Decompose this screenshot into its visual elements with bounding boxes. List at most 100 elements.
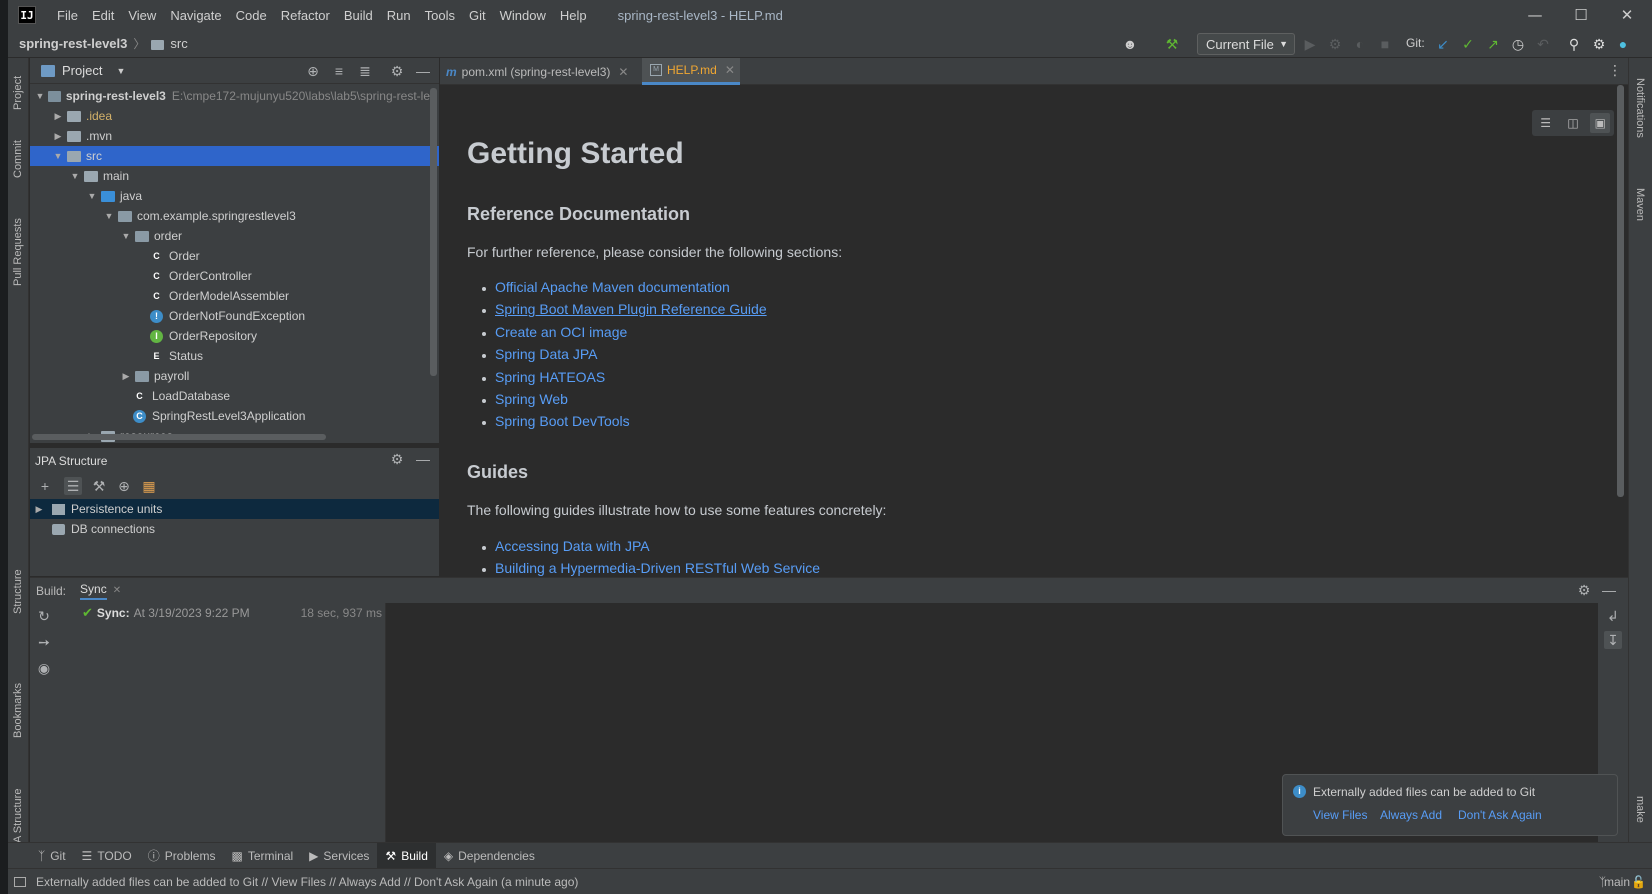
menu-code[interactable]: Code bbox=[229, 8, 274, 23]
wrench-icon[interactable]: ⚒ bbox=[90, 477, 108, 495]
git-update-icon[interactable]: ↙ bbox=[1434, 35, 1452, 53]
chevron-down-icon[interactable]: ▼ bbox=[51, 151, 65, 161]
rollback-icon[interactable]: ↶ bbox=[1534, 35, 1552, 53]
tree-node-ordermodelassembler[interactable]: C OrderModelAssembler bbox=[30, 286, 430, 306]
add-icon[interactable]: + bbox=[36, 477, 54, 495]
tab-actions-icon[interactable]: ⋮ bbox=[1608, 62, 1622, 79]
chevron-down-icon[interactable]: ▼ bbox=[102, 211, 116, 221]
hide-panel-icon[interactable]: — bbox=[414, 62, 432, 80]
editor-only-icon[interactable]: ☰ bbox=[1536, 113, 1556, 133]
target-icon[interactable]: ⊕ bbox=[115, 477, 133, 495]
chevron-down-icon[interactable]: ▼ bbox=[85, 191, 99, 201]
tree-node-springrestlevel3application[interactable]: C SpringRestLevel3Application bbox=[30, 406, 430, 426]
link-spring-hateoas[interactable]: Spring HATEOAS bbox=[495, 369, 605, 385]
breadcrumb-project[interactable]: spring-rest-level3 bbox=[19, 36, 127, 51]
tree-node-idea[interactable]: ▶ .idea bbox=[30, 106, 430, 126]
run-config-select[interactable]: Current File ▼ bbox=[1197, 33, 1295, 55]
tab-terminal[interactable]: ▩ Terminal bbox=[223, 843, 301, 869]
close-window-button[interactable]: ✕ bbox=[1604, 0, 1650, 30]
menu-build[interactable]: Build bbox=[337, 8, 380, 23]
columns-icon[interactable]: ☰ bbox=[64, 477, 82, 495]
tab-help-md[interactable]: M HELP.md ✕ bbox=[642, 58, 740, 85]
close-tab-icon[interactable]: ✕ bbox=[113, 585, 121, 596]
chevron-down-icon[interactable]: ▼ bbox=[34, 91, 47, 101]
chevron-down-icon[interactable]: ▼ bbox=[116, 66, 125, 76]
split-view-icon[interactable]: ◫ bbox=[1563, 113, 1583, 133]
user-icon[interactable]: ☻ bbox=[1121, 35, 1139, 53]
menu-git[interactable]: Git bbox=[462, 8, 493, 23]
view-files-link[interactable]: View Files bbox=[1313, 808, 1367, 822]
menu-edit[interactable]: Edit bbox=[85, 8, 121, 23]
tab-todo[interactable]: ☰ TODO bbox=[74, 843, 140, 869]
breadcrumb-folder[interactable]: src bbox=[170, 36, 187, 51]
database-icon[interactable]: ▦ bbox=[140, 477, 158, 495]
tree-node-spring-rest-level3[interactable]: ▼ spring-rest-level3 E:\cmpe172-mujunyu520… bbox=[30, 86, 430, 106]
close-tab-icon[interactable]: ✕ bbox=[618, 65, 628, 79]
link-spring-data-jpa[interactable]: Spring Data JPA bbox=[495, 346, 597, 362]
preview-only-icon[interactable]: ▣ bbox=[1590, 113, 1611, 133]
tree-node-ordernotfoundexception[interactable]: ! OrderNotFoundException bbox=[30, 306, 430, 326]
tool-window-toggle-icon[interactable] bbox=[14, 876, 26, 887]
chevron-right-icon[interactable]: ▶ bbox=[119, 371, 133, 382]
link-maven-plugin-guide[interactable]: Spring Boot Maven Plugin Reference Guide bbox=[495, 301, 767, 317]
project-tree-vertical-scrollbar[interactable] bbox=[430, 88, 437, 376]
build-hammer-icon[interactable]: ⚒ bbox=[1163, 35, 1181, 53]
status-message[interactable]: Externally added files can be added to G… bbox=[36, 875, 578, 889]
chevron-down-icon[interactable]: ▼ bbox=[68, 171, 82, 181]
tab-services[interactable]: ▶ Services bbox=[301, 843, 377, 869]
hide-panel-icon[interactable]: — bbox=[414, 450, 432, 468]
tree-node-com-example-springrestlevel3[interactable]: ▼ com.example.springrestlevel3 bbox=[30, 206, 430, 226]
history-icon[interactable]: ◷ bbox=[1509, 35, 1527, 53]
gear-icon[interactable]: ⚙ bbox=[388, 62, 406, 80]
link-maven-docs[interactable]: Official Apache Maven documentation bbox=[495, 279, 730, 295]
dont-ask-again-link[interactable]: Don't Ask Again bbox=[1458, 808, 1542, 822]
editor-vertical-scrollbar[interactable] bbox=[1617, 85, 1624, 497]
link-spring-web[interactable]: Spring Web bbox=[495, 391, 568, 407]
tree-node-status[interactable]: E Status bbox=[30, 346, 430, 366]
minimize-button[interactable]: — bbox=[1512, 0, 1558, 30]
link-oci-image[interactable]: Create an OCI image bbox=[495, 324, 627, 340]
menu-tools[interactable]: Tools bbox=[418, 8, 462, 23]
eye-icon[interactable]: ◉ bbox=[35, 659, 53, 677]
menu-view[interactable]: View bbox=[121, 8, 163, 23]
search-icon[interactable]: ⚲ bbox=[1565, 35, 1583, 53]
tab-problems[interactable]: ⓘ Problems bbox=[140, 843, 224, 869]
pin-icon[interactable]: ➙ bbox=[35, 633, 53, 651]
tab-sync[interactable]: Sync bbox=[80, 582, 107, 600]
soft-wrap-icon[interactable]: ↲ bbox=[1604, 607, 1622, 625]
tree-node-payroll[interactable]: ▶ payroll bbox=[30, 366, 430, 386]
project-panel-title[interactable]: Project bbox=[62, 63, 102, 78]
refresh-icon[interactable]: ↻ bbox=[35, 607, 53, 625]
run-icon[interactable]: ▶ bbox=[1301, 35, 1319, 53]
gear-icon[interactable]: ⚙ bbox=[1575, 581, 1593, 599]
lock-icon[interactable]: 🔓 bbox=[1631, 875, 1646, 889]
menu-window[interactable]: Window bbox=[493, 8, 553, 23]
tree-node-mvn[interactable]: ▶ .mvn bbox=[30, 126, 430, 146]
close-tab-icon[interactable]: ✕ bbox=[725, 63, 735, 77]
coverage-icon[interactable]: ◐ bbox=[1351, 35, 1369, 53]
tab-dependencies[interactable]: ◈ Dependencies bbox=[436, 843, 543, 869]
debug-icon[interactable]: ⚙ bbox=[1326, 35, 1344, 53]
expand-all-icon[interactable]: ≡ bbox=[330, 62, 348, 80]
plugin-icon[interactable]: ● bbox=[1614, 35, 1632, 53]
sync-result-row[interactable]: ✔ Sync: At 3/19/2023 9:22 PM 18 sec, 937… bbox=[58, 603, 386, 623]
tab-build[interactable]: ⚒ Build bbox=[377, 842, 436, 869]
git-push-icon[interactable]: ↗ bbox=[1484, 35, 1502, 53]
chevron-down-icon[interactable]: ▼ bbox=[119, 231, 133, 241]
tree-node-order[interactable]: C Order bbox=[30, 246, 430, 266]
tab-git[interactable]: ᛉ Git bbox=[30, 843, 74, 869]
settings-gear-icon[interactable]: ⚙ bbox=[1590, 35, 1608, 53]
chevron-right-icon[interactable]: ▶ bbox=[51, 111, 65, 122]
gear-icon[interactable]: ⚙ bbox=[388, 450, 406, 468]
jpa-item-persistence-units[interactable]: ▶ Persistence units bbox=[30, 499, 439, 519]
maximize-button[interactable]: ☐ bbox=[1558, 0, 1604, 30]
chevron-right-icon[interactable]: ▶ bbox=[32, 504, 46, 515]
project-tree-horizontal-scrollbar[interactable] bbox=[32, 434, 326, 440]
hide-panel-icon[interactable]: — bbox=[1600, 581, 1618, 599]
tree-node-loaddatabase[interactable]: C LoadDatabase bbox=[30, 386, 430, 406]
chevron-right-icon[interactable]: ▶ bbox=[51, 131, 65, 142]
always-add-link[interactable]: Always Add bbox=[1380, 808, 1442, 822]
collapse-all-icon[interactable]: ≣ bbox=[356, 62, 374, 80]
tree-node-order[interactable]: ▼ order bbox=[30, 226, 430, 246]
link-hypermedia-service[interactable]: Building a Hypermedia-Driven RESTful Web… bbox=[495, 560, 820, 576]
